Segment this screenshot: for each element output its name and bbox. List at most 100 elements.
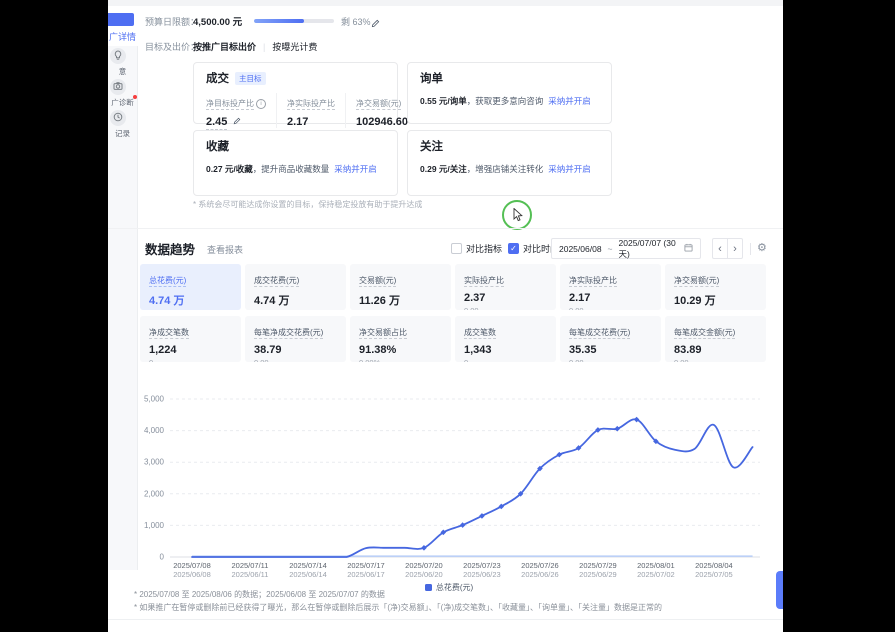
metric-card-label: 净成交笔数 (149, 328, 189, 339)
pencil-icon[interactable] (233, 116, 241, 128)
sidebar-item-idea[interactable] (110, 48, 126, 64)
metric-card-value: 91.38% (359, 344, 442, 356)
metric-card[interactable]: 净交易额(元)10.29 万0.00 (665, 264, 766, 310)
svg-text:2025/06/17: 2025/06/17 (347, 570, 385, 579)
metric-card-value: 2.37 (464, 292, 547, 304)
inquiry-card-title: 询单 (420, 70, 443, 86)
goal-card-deal[interactable]: 成交 主目标 净目标投产比i 2.45 净实际投产比 2.17 净交易额(元) … (193, 62, 398, 124)
svg-text:3,000: 3,000 (144, 458, 165, 467)
svg-text:2025/07/17: 2025/07/17 (347, 561, 385, 570)
sidebar-tab-detail[interactable]: 广详情 (108, 30, 137, 43)
next-period-button[interactable]: › (727, 238, 743, 259)
metric-card-subvalue: 0.00 (254, 358, 337, 362)
goal-system-note: * 系统会尽可能达成你设置的目标，保持稳定投放有助于提升达成 (193, 199, 422, 210)
selected-tab-badge[interactable] (108, 13, 134, 26)
budget-value: 4,500.00 元 (193, 14, 242, 28)
metric-card[interactable]: 交易额(元)11.26 万0.00 (350, 264, 451, 310)
metric-card-grid: 总花费(元)4.74 万0.00 成交花费(元) 4.74 万 0.00 交易额(元) 1… (140, 264, 766, 362)
metric-card-value: 2.17 (569, 292, 652, 304)
pencil-icon (371, 15, 380, 32)
metric-card-value: 1,343 (464, 344, 547, 356)
floating-action-button[interactable] (776, 571, 783, 609)
metric-card-label: 交易额(元) (359, 276, 396, 287)
legend-swatch-icon (425, 584, 432, 591)
bulb-icon (113, 47, 123, 65)
goal-card-inquiry[interactable]: 询单 0.55 元/询单，获取更多意向咨询采纳并开启 (407, 62, 612, 124)
svg-text:2025/06/14: 2025/06/14 (289, 570, 327, 579)
deal-metrics: 净目标投产比i 2.45 净实际投产比 2.17 净交易额(元) 102946.… (206, 93, 385, 128)
metric-card-value: 1,224 (149, 344, 232, 356)
metric-card[interactable]: 总花费(元)4.74 万0.00 (140, 264, 241, 310)
compare-metric-checkbox[interactable] (451, 243, 462, 254)
svg-text:2025/07/05: 2025/07/05 (695, 570, 733, 579)
metric-card-subvalue: 0.00 (464, 306, 547, 310)
goal-card-favorite[interactable]: 收藏 0.27 元/收藏，提升商品收藏数量采纳并开启 (193, 130, 398, 196)
chart-footnote-disclaimer: * 如果推广在暂停或删除前已经获得了曝光，那么在暂停或删除后展示「(净)交易额」… (134, 602, 662, 613)
info-icon[interactable]: i (256, 99, 266, 109)
follow-desc: ，增强店铺关注转化 (467, 164, 544, 174)
compare-metric-control[interactable]: 对比指标 (451, 242, 502, 255)
metric-card-label: 每笔成交金额(元) (674, 328, 735, 339)
svg-text:2025/08/04: 2025/08/04 (695, 561, 733, 570)
date-range-picker[interactable]: 2025/06/08 ~ 2025/07/07 (30天) (551, 238, 701, 259)
metric-card[interactable]: 成交笔数1,3430 (455, 316, 556, 362)
metric-card[interactable]: 每笔成交金额(元)83.890.00 (665, 316, 766, 362)
metric-card[interactable]: 每笔成交花费(元)35.350.00 (560, 316, 661, 362)
metric-card[interactable]: 成交花费(元)4.74 万0.00 (245, 264, 346, 310)
deal-metric-label: 净目标投产比 (206, 99, 254, 110)
metric-card-subvalue: 0 (149, 358, 232, 362)
deal-metric-value[interactable]: 2.45 (206, 116, 227, 130)
svg-text:4,000: 4,000 (144, 426, 165, 435)
metric-card-value: 35.35 (569, 344, 652, 356)
svg-text:2,000: 2,000 (144, 489, 165, 498)
metric-card-value: 38.79 (254, 344, 337, 356)
metric-card-label: 净实际投产比 (569, 276, 617, 287)
goal-option-impression-bid[interactable]: 按曝光计费 (272, 40, 317, 53)
sidebar-item-diagnosis[interactable] (110, 79, 126, 95)
svg-text:2025/06/29: 2025/06/29 (579, 570, 617, 579)
metric-card[interactable]: 实际投产比2.370.00 (455, 264, 556, 310)
inquiry-price: 0.55 元/询单 (420, 96, 467, 106)
primary-goal-badge: 主目标 (235, 72, 266, 85)
svg-text:2025/06/23: 2025/06/23 (463, 570, 501, 579)
metric-card-label: 成交花费(元) (254, 276, 299, 287)
bottom-divider (108, 619, 783, 620)
inquiry-desc: ，获取更多意向咨询 (467, 96, 544, 106)
svg-text:2025/06/20: 2025/06/20 (405, 570, 443, 579)
metric-card[interactable]: 净成交笔数 1,224 0 (140, 316, 241, 362)
follow-adopt-link[interactable]: 采纳并开启 (548, 164, 591, 174)
favorite-adopt-link[interactable]: 采纳并开启 (334, 164, 377, 174)
goal-option-target-bid[interactable]: 按推广目标出价 (193, 40, 256, 53)
camera-icon (113, 78, 123, 96)
budget-label: 预算日限额： (145, 15, 199, 28)
budget-progress-fill (254, 19, 304, 23)
metric-card-value: 4.74 万 (149, 292, 232, 308)
compare-time-checkbox[interactable] (508, 243, 519, 254)
svg-text:2025/07/20: 2025/07/20 (405, 561, 443, 570)
deal-metric-col: 净实际投产比 2.17 (287, 93, 346, 128)
svg-text:2025/07/08: 2025/07/08 (173, 561, 211, 570)
metric-card-value: 11.26 万 (359, 292, 442, 308)
sidebar-item-idea-label: 意 (108, 66, 137, 77)
mouse-cursor (513, 208, 524, 227)
budget-edit-button[interactable] (371, 15, 380, 33)
sidebar-item-history[interactable] (110, 110, 126, 126)
main-panel: 广详情 意 广诊断 记录 预算日限额： 4,500.00 元 剩 63% 目标及… (108, 0, 783, 632)
metric-card[interactable]: 每笔净成交花费(元)38.790.00 (245, 316, 346, 362)
view-report-link[interactable]: 查看报表 (207, 243, 243, 256)
metric-card[interactable]: 净交易额占比91.38%0.00% (350, 316, 451, 362)
svg-text:1,000: 1,000 (144, 521, 165, 530)
metric-card-subvalue: 0.00 (674, 358, 757, 362)
svg-text:2025/07/11: 2025/07/11 (231, 561, 268, 570)
metric-card-value: 4.74 万 (254, 292, 337, 308)
budget-progress-bar (254, 19, 334, 23)
budget-remaining: 剩 63% (341, 15, 371, 28)
date-nav: ‹ › (712, 238, 743, 259)
gear-icon[interactable]: ⚙ (757, 241, 767, 254)
clock-icon (113, 109, 123, 127)
svg-text:2025/07/14: 2025/07/14 (289, 561, 327, 570)
goal-card-follow[interactable]: 关注 0.29 元/关注，增强店铺关注转化采纳并开启 (407, 130, 612, 196)
prev-period-button[interactable]: ‹ (712, 238, 728, 259)
metric-card[interactable]: 净实际投产比2.170.00 (560, 264, 661, 310)
inquiry-adopt-link[interactable]: 采纳并开启 (548, 96, 591, 106)
